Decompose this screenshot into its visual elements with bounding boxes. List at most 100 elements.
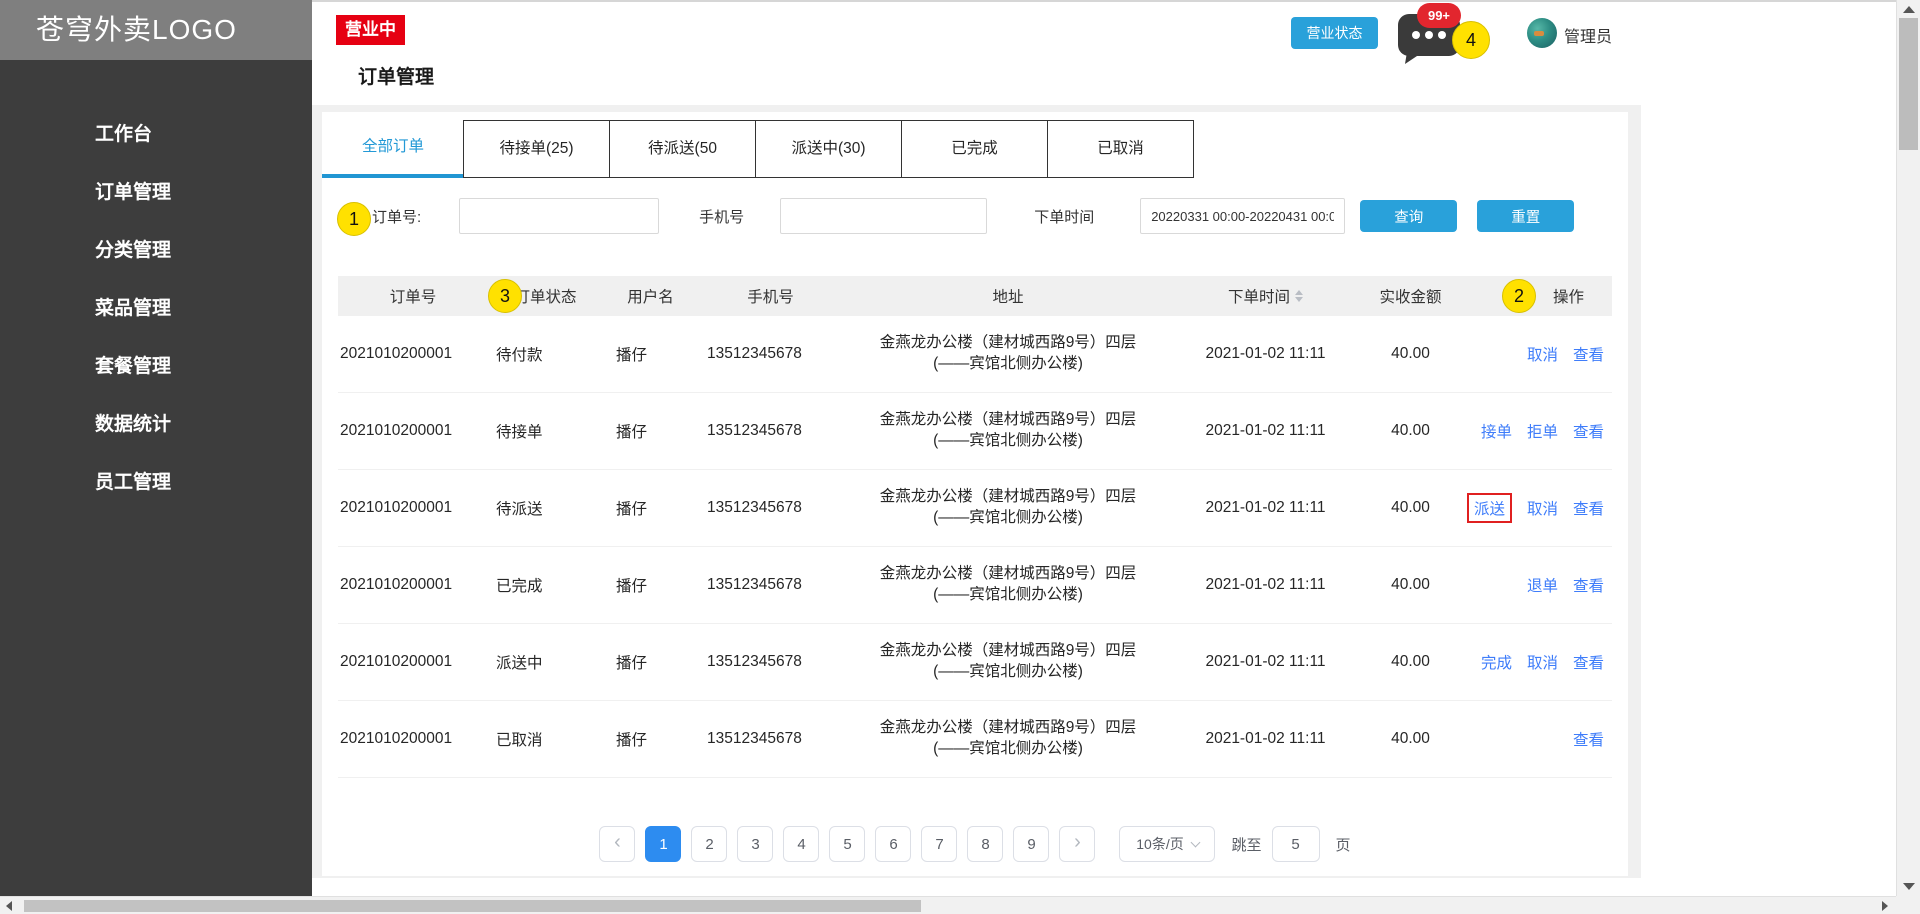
cell-phone: 13512345678 xyxy=(707,422,802,439)
action-view-link[interactable]: 查看 xyxy=(1573,497,1604,519)
action-refund-link[interactable]: 退单 xyxy=(1527,574,1558,596)
message-count-badge: 99+ xyxy=(1417,3,1461,28)
cell-order-time: 2021-01-02 11:11 xyxy=(1205,422,1326,439)
column-header: 操作 xyxy=(1463,285,1612,307)
sidebar: 工作台 订单管理 分类管理 菜品管理 套餐管理 数据统计 员工管理 xyxy=(0,60,312,896)
avatar[interactable] xyxy=(1527,18,1557,48)
cell-order-no: 2021010200001 xyxy=(340,345,453,362)
jump-page-input[interactable] xyxy=(1271,826,1320,862)
page-button-6[interactable]: 6 xyxy=(875,826,912,862)
cell-phone: 13512345678 xyxy=(707,730,802,747)
scroll-down-arrow-icon[interactable] xyxy=(1903,883,1915,890)
page-button-8[interactable]: 8 xyxy=(967,826,1004,862)
scroll-right-arrow-icon[interactable] xyxy=(1882,901,1888,911)
tab-dispatching[interactable]: 派送中(30) xyxy=(755,120,902,178)
page-button-7[interactable]: 7 xyxy=(921,826,958,862)
cell-address: 金燕龙办公楼（建材城西路9号）四层 (——宾馆北侧办公楼) xyxy=(843,333,1173,375)
action-view-link[interactable]: 查看 xyxy=(1573,728,1604,750)
business-status-button[interactable]: 营业状态 xyxy=(1291,17,1378,49)
pagination: ‹ 123456789 › 10条/页 跳至 页 xyxy=(322,826,1628,862)
action-cancel-link[interactable]: 取消 xyxy=(1527,651,1558,673)
column-header-label: 订单状态 xyxy=(514,289,577,306)
page-button-9[interactable]: 9 xyxy=(1013,826,1050,862)
vertical-scrollbar-thumb[interactable] xyxy=(1899,18,1918,150)
cell-amount: 40.00 xyxy=(1391,576,1430,593)
tab-cancelled[interactable]: 已取消 xyxy=(1047,120,1194,178)
tab-all-orders[interactable]: 全部订单 xyxy=(322,120,464,178)
sidebar-item-data-statistics[interactable]: 数据统计 xyxy=(0,396,312,454)
cell-phone: 13512345678 xyxy=(707,653,802,670)
column-header-label: 实收金额 xyxy=(1379,289,1442,306)
cell-address: 金燕龙办公楼（建材城西路9号）四层 (——宾馆北侧办公楼) xyxy=(843,410,1173,452)
cell-order-time: 2021-01-02 11:11 xyxy=(1205,653,1326,670)
action-accept-link[interactable]: 接单 xyxy=(1481,420,1512,442)
next-page-button[interactable]: › xyxy=(1059,826,1096,862)
cell-order-status: 待付款 xyxy=(496,347,543,364)
table-row: 2021010200001 待接单 播仔 13512345678 金燕龙办公楼（建材城西… xyxy=(338,393,1612,470)
sidebar-item-employee-management[interactable]: 员工管理 xyxy=(0,454,312,512)
action-view-link[interactable]: 查看 xyxy=(1573,574,1604,596)
address-line-1: 金燕龙办公楼（建材城西路9号）四层 xyxy=(879,642,1137,660)
action-view-link[interactable]: 查看 xyxy=(1573,343,1604,365)
action-cancel-link[interactable]: 取消 xyxy=(1527,497,1558,519)
column-header[interactable]: 下单时间 xyxy=(1173,285,1358,307)
cell-order-status: 已完成 xyxy=(496,578,543,595)
tab-pending-accept[interactable]: 待接单(25) xyxy=(463,120,610,178)
reset-button[interactable]: 重置 xyxy=(1477,200,1575,232)
action-cancel-link[interactable]: 取消 xyxy=(1527,343,1558,365)
cell-order-status: 待派送 xyxy=(496,501,543,518)
action-reject-link[interactable]: 拒单 xyxy=(1527,420,1558,442)
prev-page-button[interactable]: ‹ xyxy=(599,826,636,862)
tab-completed[interactable]: 已完成 xyxy=(901,120,1048,178)
cell-order-no: 2021010200001 xyxy=(340,653,453,670)
cell-order-status: 待接单 xyxy=(496,424,543,441)
scrollbar-corner xyxy=(1896,896,1920,914)
address-line-2: (——宾馆北侧办公楼) xyxy=(933,663,1083,680)
cell-order-status: 已取消 xyxy=(496,732,543,749)
column-header-label: 操作 xyxy=(1552,289,1584,306)
cell-address: 金燕龙办公楼（建材城西路9号）四层 (——宾馆北侧办公楼) xyxy=(843,487,1173,529)
sidebar-item-combo-management[interactable]: 套餐管理 xyxy=(0,338,312,396)
sidebar-item-order-management[interactable]: 订单管理 xyxy=(0,164,312,222)
vertical-scrollbar[interactable] xyxy=(1896,0,1920,896)
order-no-input[interactable] xyxy=(459,198,660,234)
page-title: 订单管理 xyxy=(358,67,435,88)
page-size-select[interactable]: 10条/页 xyxy=(1119,826,1216,862)
page-button-4[interactable]: 4 xyxy=(783,826,820,862)
cell-amount: 40.00 xyxy=(1391,422,1430,439)
tab-pending-dispatch[interactable]: 待派送(50 xyxy=(609,120,756,178)
scroll-up-arrow-icon[interactable] xyxy=(1903,6,1915,13)
page-button-1[interactable]: 1 xyxy=(645,826,682,862)
cell-address: 金燕龙办公楼（建材城西路9号）四层 (——宾馆北侧办公楼) xyxy=(843,718,1173,760)
scroll-left-arrow-icon[interactable] xyxy=(6,901,12,911)
sort-desc-icon xyxy=(1295,297,1303,302)
action-complete-link[interactable]: 完成 xyxy=(1481,651,1512,673)
address-line-1: 金燕龙办公楼（建材城西路9号）四层 xyxy=(879,334,1137,352)
app-logo: 苍穹外卖LOGO xyxy=(0,0,312,60)
action-dispatch-link[interactable]: 派送 xyxy=(1466,493,1512,523)
order-management-screen: 营业中 订单管理 营业状态 99+ 管理员 苍穹外卖LOGO 工作台 订单管理 分类… xyxy=(0,0,1920,914)
table-row: 2021010200001 已完成 播仔 13512345678 金燕龙办公楼（建材城西… xyxy=(338,547,1612,624)
page-button-3[interactable]: 3 xyxy=(737,826,774,862)
cell-actions: 取消 查看 xyxy=(1463,343,1612,365)
horizontal-scrollbar-thumb[interactable] xyxy=(24,900,921,912)
column-header-label: 用户名 xyxy=(627,289,674,306)
action-view-link[interactable]: 查看 xyxy=(1573,420,1604,442)
sidebar-menu: 工作台 订单管理 分类管理 菜品管理 套餐管理 数据统计 员工管理 xyxy=(0,106,312,512)
sidebar-item-category-management[interactable]: 分类管理 xyxy=(0,222,312,280)
orders-card: 全部订单 待接单(25) 待派送(50 派送中(30) 已完成 已取消 订单号: 手机号 … xyxy=(322,112,1628,876)
order-time-range-input[interactable] xyxy=(1140,198,1346,234)
sort-icon[interactable] xyxy=(1295,290,1303,302)
cell-order-no: 2021010200001 xyxy=(340,499,453,516)
sort-asc-icon xyxy=(1295,290,1303,295)
search-button[interactable]: 查询 xyxy=(1360,200,1458,232)
sidebar-item-dish-management[interactable]: 菜品管理 xyxy=(0,280,312,338)
horizontal-scrollbar[interactable] xyxy=(0,896,1896,914)
sidebar-item-workbench[interactable]: 工作台 xyxy=(0,106,312,164)
page-button-5[interactable]: 5 xyxy=(829,826,866,862)
table-row: 2021010200001 已取消 播仔 13512345678 金燕龙办公楼（建材城西… xyxy=(338,701,1612,778)
phone-input[interactable] xyxy=(780,198,988,234)
action-view-link[interactable]: 查看 xyxy=(1573,651,1604,673)
annotation-circle-4: 4 xyxy=(1452,21,1490,59)
page-button-2[interactable]: 2 xyxy=(691,826,728,862)
